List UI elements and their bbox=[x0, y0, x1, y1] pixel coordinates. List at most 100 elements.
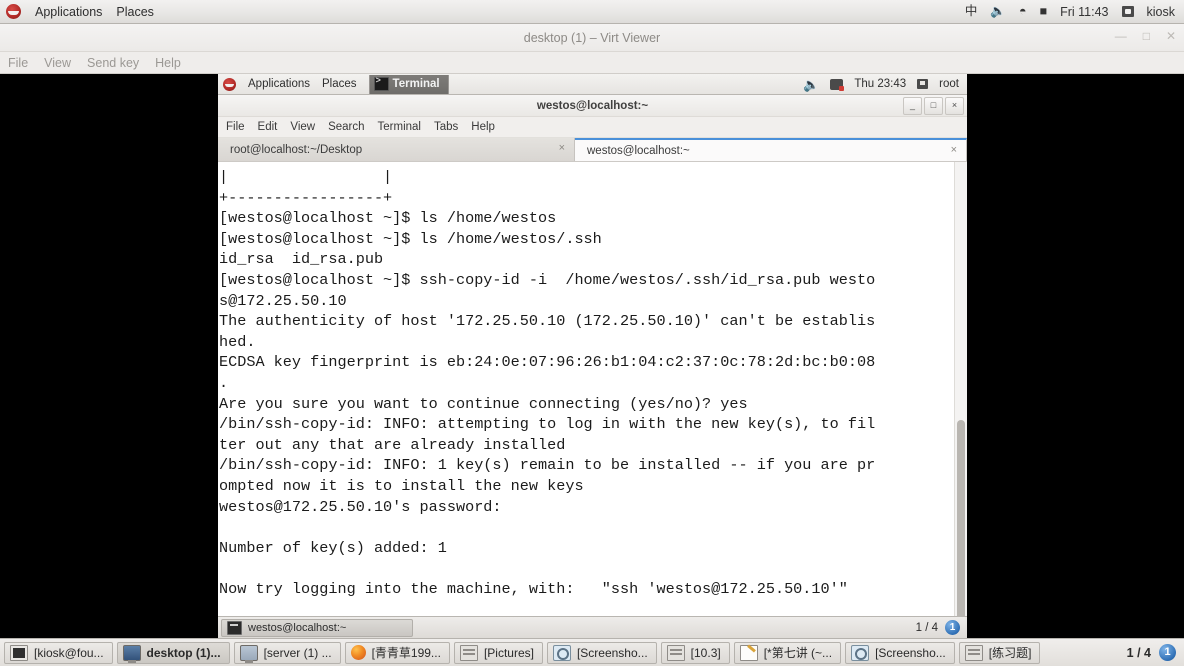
terminal-menubar: File Edit View Search Terminal Tabs Help bbox=[218, 117, 967, 138]
taskbar-item-label: [Screensho... bbox=[875, 645, 946, 660]
volume-icon[interactable]: 🔈 bbox=[990, 5, 1006, 18]
input-method-indicator[interactable]: 中 bbox=[965, 5, 978, 18]
guest-menu-applications[interactable]: Applications bbox=[248, 78, 310, 90]
taskbar-item-server1[interactable]: [server (1) ... bbox=[233, 641, 341, 664]
screenshot-icon bbox=[851, 644, 870, 661]
terminal-menu-help[interactable]: Help bbox=[471, 121, 495, 133]
folder-icon bbox=[666, 644, 685, 661]
guest-taskbar: westos@localhost:~ 1 / 4 1 bbox=[218, 616, 967, 638]
wifi-icon[interactable]: ◓ bbox=[1019, 5, 1027, 18]
guest-menu-places[interactable]: Places bbox=[322, 78, 357, 90]
terminal-tab-westos-home[interactable]: westos@localhost:~ × bbox=[575, 138, 967, 161]
guest-clock[interactable]: Thu 23:43 bbox=[854, 78, 906, 90]
host-taskbar: [kiosk@fou... desktop (1)... [server (1)… bbox=[0, 638, 1184, 666]
guest-workspace-badge[interactable]: 1 bbox=[945, 620, 960, 635]
battery-icon[interactable]: ■ bbox=[1040, 5, 1048, 18]
user-icon bbox=[1121, 6, 1134, 17]
vv-menu-help[interactable]: Help bbox=[155, 56, 181, 70]
terminal-icon bbox=[10, 644, 28, 661]
guest-workspace-count[interactable]: 1 / 4 bbox=[916, 622, 938, 634]
taskbar-item-notes[interactable]: [*第七讲 (~... bbox=[733, 641, 842, 664]
guest-top-panel: Applications Places Terminal 🔈 Thu 23:43… bbox=[218, 74, 967, 95]
tab-label: westos@localhost:~ bbox=[587, 144, 690, 157]
taskbar-item-label: [server (1) ... bbox=[263, 645, 332, 660]
minimize-icon[interactable]: — bbox=[1115, 29, 1127, 43]
close-icon[interactable]: × bbox=[945, 97, 964, 115]
close-icon[interactable]: ✕ bbox=[1166, 29, 1176, 43]
vm-display-canvas[interactable]: Applications Places Terminal 🔈 Thu 23:43… bbox=[0, 74, 1184, 638]
terminal-icon bbox=[373, 76, 389, 91]
notes-icon bbox=[739, 644, 758, 661]
vv-menu-view[interactable]: View bbox=[44, 56, 71, 70]
host-top-panel: Applications Places 中 🔈 ◓ ■ Fri 11:43 ki… bbox=[0, 0, 1184, 24]
virt-viewer-window-controls: — □ ✕ bbox=[1115, 29, 1176, 43]
host-clock[interactable]: Fri 11:43 bbox=[1060, 5, 1108, 19]
close-icon[interactable]: × bbox=[951, 144, 957, 156]
taskbar-item-label: [Screensho... bbox=[576, 645, 648, 660]
taskbar-item-kiosk-terminal[interactable]: [kiosk@fou... bbox=[4, 641, 113, 664]
close-icon[interactable]: × bbox=[559, 142, 565, 154]
terminal-window-controls: _ □ × bbox=[903, 97, 964, 115]
host-workspace-indicator: 1 / 4 1 bbox=[1127, 644, 1184, 661]
guest-user-label[interactable]: root bbox=[939, 78, 959, 90]
guest-panel-tray: 🔈 Thu 23:43 root bbox=[803, 78, 967, 91]
taskbar-item-screenshot-2[interactable]: [Screensho... bbox=[845, 641, 955, 664]
host-panel-left: Applications Places bbox=[0, 4, 154, 19]
host-menu-places[interactable]: Places bbox=[116, 5, 154, 19]
guest-taskbar-item-terminal[interactable]: westos@localhost:~ bbox=[221, 618, 413, 637]
terminal-body[interactable]: | | +-----------------+ [westos@localhos… bbox=[218, 162, 967, 617]
host-workspace-badge[interactable]: 1 bbox=[1159, 644, 1176, 661]
terminal-menu-edit[interactable]: Edit bbox=[258, 121, 278, 133]
taskbar-item-label: [青青草199... bbox=[371, 646, 441, 660]
volume-icon[interactable]: 🔈 bbox=[803, 78, 819, 91]
terminal-menu-search[interactable]: Search bbox=[328, 121, 364, 133]
display-icon bbox=[122, 644, 141, 663]
host-panel-tray: 中 🔈 ◓ ■ Fri 11:43 kiosk bbox=[965, 5, 1184, 19]
terminal-title: westos@localhost:~ bbox=[536, 99, 649, 112]
virt-viewer-title: desktop (1) – Virt Viewer bbox=[523, 30, 661, 45]
guest-active-window-label: Terminal bbox=[392, 78, 440, 90]
terminal-tab-root-desktop[interactable]: root@localhost:~/Desktop × bbox=[218, 138, 575, 161]
folder-icon bbox=[459, 644, 478, 661]
taskbar-item-exercises[interactable]: [练习题] bbox=[958, 641, 1041, 664]
virt-viewer-titlebar: desktop (1) – Virt Viewer — □ ✕ bbox=[0, 24, 1184, 52]
terminal-icon bbox=[227, 620, 242, 635]
vv-menu-send-key[interactable]: Send key bbox=[87, 56, 139, 70]
minimize-icon[interactable]: _ bbox=[903, 97, 922, 115]
maximize-icon[interactable]: □ bbox=[1143, 29, 1150, 43]
terminal-titlebar: westos@localhost:~ _ □ × bbox=[218, 95, 967, 117]
host-workspace-count[interactable]: 1 / 4 bbox=[1127, 646, 1151, 660]
screenshot-icon bbox=[552, 644, 571, 661]
terminal-menu-view[interactable]: View bbox=[290, 121, 315, 133]
host-user-label[interactable]: kiosk bbox=[1147, 5, 1175, 19]
terminal-scrollbar[interactable] bbox=[954, 162, 967, 617]
taskbar-item-desktop1[interactable]: desktop (1)... bbox=[116, 641, 230, 664]
network-disconnected-icon[interactable] bbox=[830, 78, 845, 91]
maximize-icon[interactable]: □ bbox=[924, 97, 943, 115]
firefox-icon bbox=[350, 645, 366, 660]
scrollbar-thumb[interactable] bbox=[957, 420, 965, 617]
terminal-tabbar: root@localhost:~/Desktop × westos@localh… bbox=[218, 138, 967, 162]
terminal-output[interactable]: | | +-----------------+ [westos@localhos… bbox=[218, 162, 967, 599]
terminal-menu-tabs[interactable]: Tabs bbox=[434, 121, 458, 133]
guest-taskbar-item-label: westos@localhost:~ bbox=[248, 621, 347, 634]
terminal-menu-file[interactable]: File bbox=[226, 121, 245, 133]
redhat-logo-icon bbox=[223, 77, 236, 91]
taskbar-item-pictures[interactable]: [Pictures] bbox=[453, 641, 543, 664]
host-menu-applications[interactable]: Applications bbox=[35, 5, 102, 19]
terminal-window: westos@localhost:~ _ □ × File Edit View … bbox=[218, 95, 967, 638]
taskbar-item-screenshot-1[interactable]: [Screensho... bbox=[546, 641, 657, 664]
screen-root: Applications Places 中 🔈 ◓ ■ Fri 11:43 ki… bbox=[0, 0, 1184, 666]
terminal-menu-terminal[interactable]: Terminal bbox=[378, 121, 421, 133]
vv-menu-file[interactable]: File bbox=[8, 56, 28, 70]
redhat-logo-icon bbox=[6, 4, 21, 19]
taskbar-item-label: [10.3] bbox=[690, 645, 721, 660]
guest-panel-left: Applications Places Terminal bbox=[218, 74, 449, 94]
guest-active-window-button[interactable]: Terminal bbox=[368, 74, 449, 94]
folder-icon bbox=[964, 644, 983, 661]
taskbar-item-10-3[interactable]: [10.3] bbox=[660, 641, 730, 664]
taskbar-item-firefox[interactable]: [青青草199... bbox=[344, 641, 450, 664]
taskbar-item-label: desktop (1)... bbox=[146, 645, 221, 660]
taskbar-item-label: [*第七讲 (~... bbox=[763, 646, 833, 660]
virt-viewer-menubar: File View Send key Help bbox=[0, 52, 1184, 74]
